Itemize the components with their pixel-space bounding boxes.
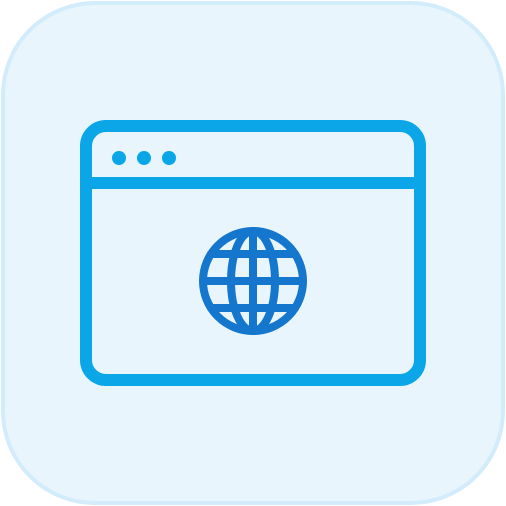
globe-icon [199, 227, 307, 335]
app-icon-tile [1, 1, 505, 505]
window-control-dots [112, 151, 176, 165]
window-dot-3 [162, 151, 176, 165]
window-dot-1 [112, 151, 126, 165]
window-dot-2 [137, 151, 151, 165]
